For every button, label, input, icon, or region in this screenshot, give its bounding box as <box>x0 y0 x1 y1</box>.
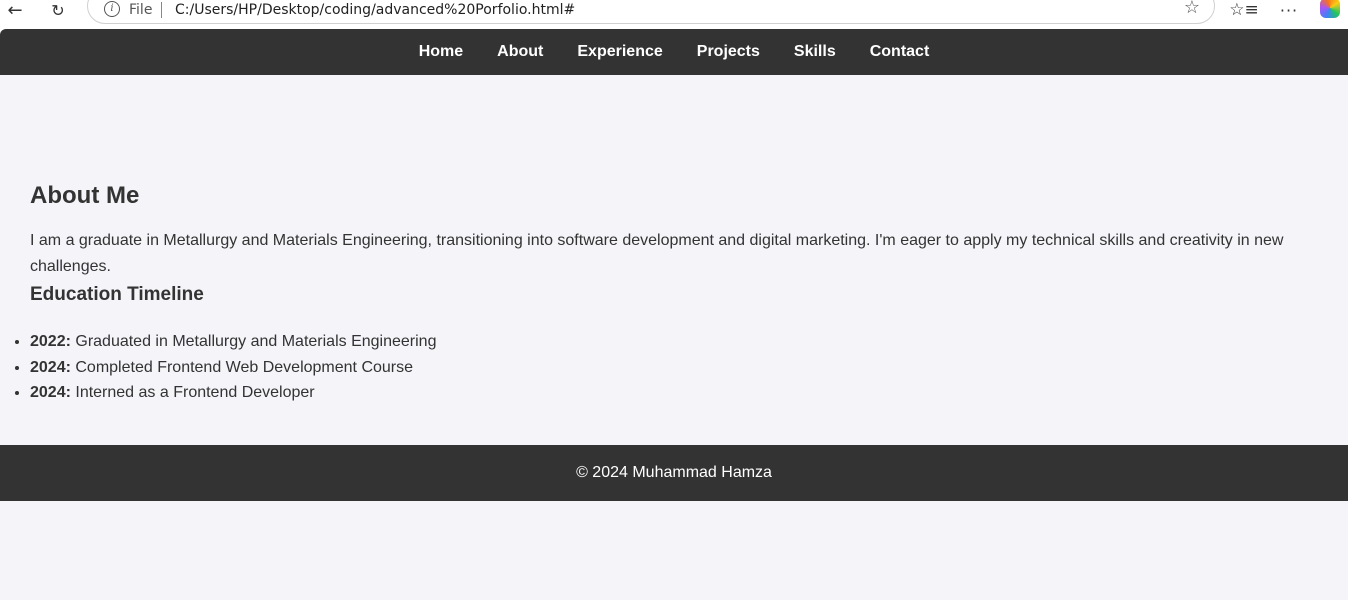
more-options-icon[interactable]: ··· <box>1278 0 1300 20</box>
education-timeline: 2022: Graduated in Metallurgy and Materi… <box>30 329 436 406</box>
footer: © 2024 Muhammad Hamza <box>0 445 1348 501</box>
address-bar[interactable]: i File C:/Users/HP/Desktop/coding/advanc… <box>87 0 1215 24</box>
timeline-year: 2022: <box>30 333 71 350</box>
timeline-item: 2024: Completed Frontend Web Development… <box>30 355 436 381</box>
timeline-text: Interned as a Frontend Developer <box>70 384 315 401</box>
reload-icon[interactable]: ↻ <box>48 0 68 20</box>
nav-link-contact[interactable]: Contact <box>870 43 930 61</box>
page-viewport: Home About Experience Projects Skills Co… <box>0 29 1348 600</box>
about-text: I am a graduate in Metallurgy and Materi… <box>30 232 1284 275</box>
scrollbar-gutter[interactable] <box>1348 29 1352 600</box>
favorites-icon[interactable]: ☆≡ <box>1229 0 1258 20</box>
timeline-text: Graduated in Metallurgy and Materials En… <box>70 333 437 350</box>
nav-link-experience[interactable]: Experience <box>577 43 662 61</box>
timeline-year: 2024: <box>30 358 71 376</box>
browser-toolbar: ← ↻ i File C:/Users/HP/Desktop/coding/ad… <box>0 0 1352 29</box>
footer-copyright: © 2024 Muhammad Hamza <box>576 464 772 481</box>
about-section: About Me I am a graduate in Metallurgy a… <box>30 181 1320 307</box>
address-url[interactable]: C:/Users/HP/Desktop/coding/advanced%20Po… <box>175 2 575 18</box>
navbar: Home About Experience Projects Skills Co… <box>0 29 1348 75</box>
nav-link-home[interactable]: Home <box>419 43 463 61</box>
nav-link-about[interactable]: About <box>497 43 543 61</box>
info-icon[interactable]: i <box>104 1 120 17</box>
timeline-year: 2024: <box>30 384 71 401</box>
timeline-item: 2022: Graduated in Metallurgy and Materi… <box>30 329 436 355</box>
nav-link-skills[interactable]: Skills <box>794 43 836 61</box>
timeline-text: Completed Frontend Web Development Cours… <box>70 358 414 376</box>
address-scheme: File <box>129 2 153 18</box>
nav-link-projects[interactable]: Projects <box>697 43 760 61</box>
copilot-icon[interactable] <box>1320 0 1340 18</box>
address-separator <box>161 2 162 18</box>
back-arrow-icon[interactable]: ← <box>5 0 25 21</box>
education-title: Education Timeline <box>30 284 204 305</box>
favorite-star-icon[interactable]: ☆ <box>1184 0 1200 18</box>
timeline-item: 2024: Interned as a Frontend Developer <box>30 380 436 406</box>
about-title: About Me <box>30 182 140 209</box>
